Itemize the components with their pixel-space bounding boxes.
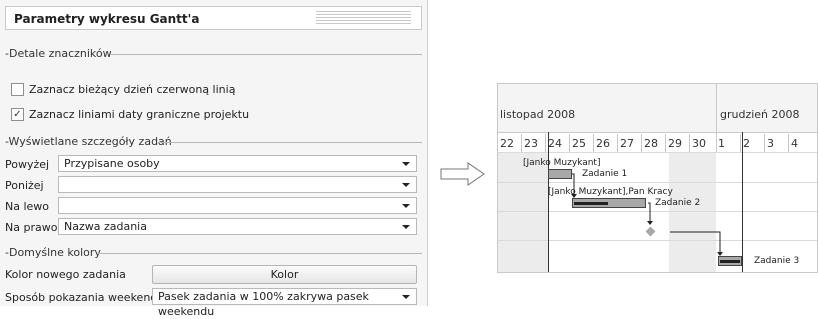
chevron-down-icon	[402, 225, 410, 229]
panel-title: Parametry wykresu Gantt'a	[14, 12, 200, 26]
checkbox-row-current-day[interactable]: Zaznacz bieżący dzień czerwoną linią	[11, 83, 235, 96]
section-colors-label: -Domyślne kolory	[5, 246, 101, 259]
detail-above-select[interactable]: Przypisane osoby	[58, 155, 417, 172]
detail-left-select[interactable]	[58, 197, 417, 214]
select-value: Pasek zadania w 100% zakrywa pasek weeke…	[158, 290, 369, 318]
detail-right-select[interactable]: Nazwa zadania	[58, 218, 417, 235]
select-value: Przypisane osoby	[64, 157, 160, 170]
section-divider	[98, 253, 422, 254]
select-value: Nazwa zadania	[64, 220, 147, 233]
boundary-dates-checkbox[interactable]: ✓	[11, 108, 24, 121]
chevron-down-icon	[402, 204, 410, 208]
current-day-checkbox[interactable]	[11, 83, 24, 96]
chevron-down-icon	[402, 162, 410, 166]
checkbox-label: Zaznacz bieżący dzień czerwoną linią	[29, 83, 236, 96]
detail-above-label: Powyżej	[5, 158, 50, 171]
section-divider	[110, 54, 422, 55]
panel-header: Parametry wykresu Gantt'a	[5, 6, 422, 30]
detail-below-label: Poniżej	[5, 179, 44, 192]
dependency-arrows	[571, 173, 723, 256]
detail-below-select[interactable]	[58, 176, 417, 193]
checkbox-row-boundary-dates[interactable]: ✓ Zaznacz liniami daty graniczne projekt…	[11, 108, 249, 121]
task-color-label: Kolor nowego zadania	[5, 268, 126, 281]
detail-left-label: Na lewo	[5, 200, 50, 213]
chevron-down-icon	[402, 183, 410, 187]
detail-right-label: Na prawo	[5, 221, 58, 234]
section-markers-label: -Detale znaczników	[5, 47, 112, 60]
weekend-label: Sposób pokazania weekendów	[5, 291, 174, 304]
gantt-preview: listopad 2008 grudzień 2008 22 23 24 25 …	[497, 83, 818, 273]
right-arrow-icon	[440, 162, 485, 186]
checkbox-label: Zaznacz liniami daty graniczne projektu	[29, 108, 250, 121]
header-decoration	[316, 11, 411, 26]
section-divider	[158, 142, 422, 143]
section-details-label: -Wyświetlane szczegóły zadań	[5, 135, 172, 148]
chevron-down-icon	[402, 295, 410, 299]
color-button[interactable]: Kolor	[152, 265, 417, 284]
weekend-select[interactable]: Pasek zadania w 100% zakrywa pasek weeke…	[152, 288, 417, 318]
gantt-settings-panel: Parametry wykresu Gantt'a -Detale znaczn…	[0, 0, 428, 318]
